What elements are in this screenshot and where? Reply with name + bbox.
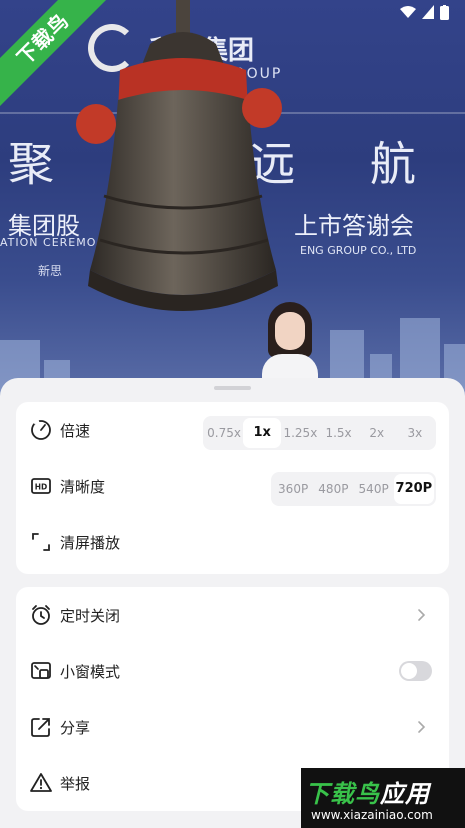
signal-icon [422,5,434,19]
wifi-icon [400,6,416,18]
clean-screen-label: 清屏播放 [60,534,121,552]
mini-window-label: 小窗模式 [60,663,121,681]
promo-title: 下载鸟应用 [305,774,430,809]
quality-option[interactable]: 480P [313,474,353,504]
quality-selector: 360P 480P 540P 720P [271,472,436,506]
quality-option[interactable]: 540P [354,474,394,504]
timer-row[interactable]: 定时关闭 [16,587,449,643]
speed-option[interactable]: 1.25x [281,418,319,448]
report-label: 举报 [60,775,91,793]
speed-option[interactable]: 1x [243,418,282,448]
mini-window-toggle[interactable] [399,661,432,681]
mini-window-row: 小窗模式 [16,643,449,699]
speed-row: 倍速 0.75x 1x 1.25x 1.5x 2x 3x [16,402,449,458]
quality-option[interactable]: 720P [393,474,434,504]
hd-icon: HD [31,478,51,494]
speed-option[interactable]: 3x [396,418,434,448]
bell-image [76,0,282,311]
speed-option[interactable]: 2x [358,418,396,448]
video-background: 积乐集团 GROUP 聚 梦 远 航 集团股 上市答谢会 ATION CEREM… [0,0,465,400]
promo-url: www.xiazainiao.com [311,808,433,822]
picture-in-picture-icon [31,662,51,679]
share-label: 分享 [60,719,91,737]
promo-title-suffix: 应用 [380,780,430,808]
alarm-clock-icon [32,605,50,625]
speed-label: 倍速 [60,422,91,440]
timer-label: 定时关闭 [60,607,121,625]
status-bar [400,4,449,20]
svg-text:HD: HD [35,483,48,492]
speed-icon [31,419,51,440]
speed-selector: 0.75x 1x 1.25x 1.5x 2x 3x [203,416,436,450]
fullscreen-icon [32,533,50,551]
sheet-drag-handle[interactable] [214,386,251,390]
clean-screen-row[interactable]: 清屏播放 [16,514,449,570]
quality-label: 清晰度 [60,478,106,496]
quality-row: HD 清晰度 360P 480P 540P 720P [16,458,449,514]
battery-icon [440,4,449,20]
watermark-promo: 下载鸟应用 www.xiazainiao.com [301,768,465,828]
share-icon [31,718,50,737]
chevron-right-icon [418,609,426,621]
speed-option[interactable]: 1.5x [319,418,357,448]
warning-icon [30,773,52,792]
playback-settings-card: 倍速 0.75x 1x 1.25x 1.5x 2x 3x HD 清晰度 360P 480P 5… [16,402,449,574]
speed-option[interactable]: 0.75x [205,418,243,448]
promo-title-brand: 下载鸟 [305,780,380,808]
quality-option[interactable]: 360P [273,474,313,504]
chevron-right-icon [418,721,426,733]
share-row[interactable]: 分享 [16,699,449,755]
settings-bottom-sheet: 倍速 0.75x 1x 1.25x 1.5x 2x 3x HD 清晰度 360P 480P 5… [0,378,465,828]
